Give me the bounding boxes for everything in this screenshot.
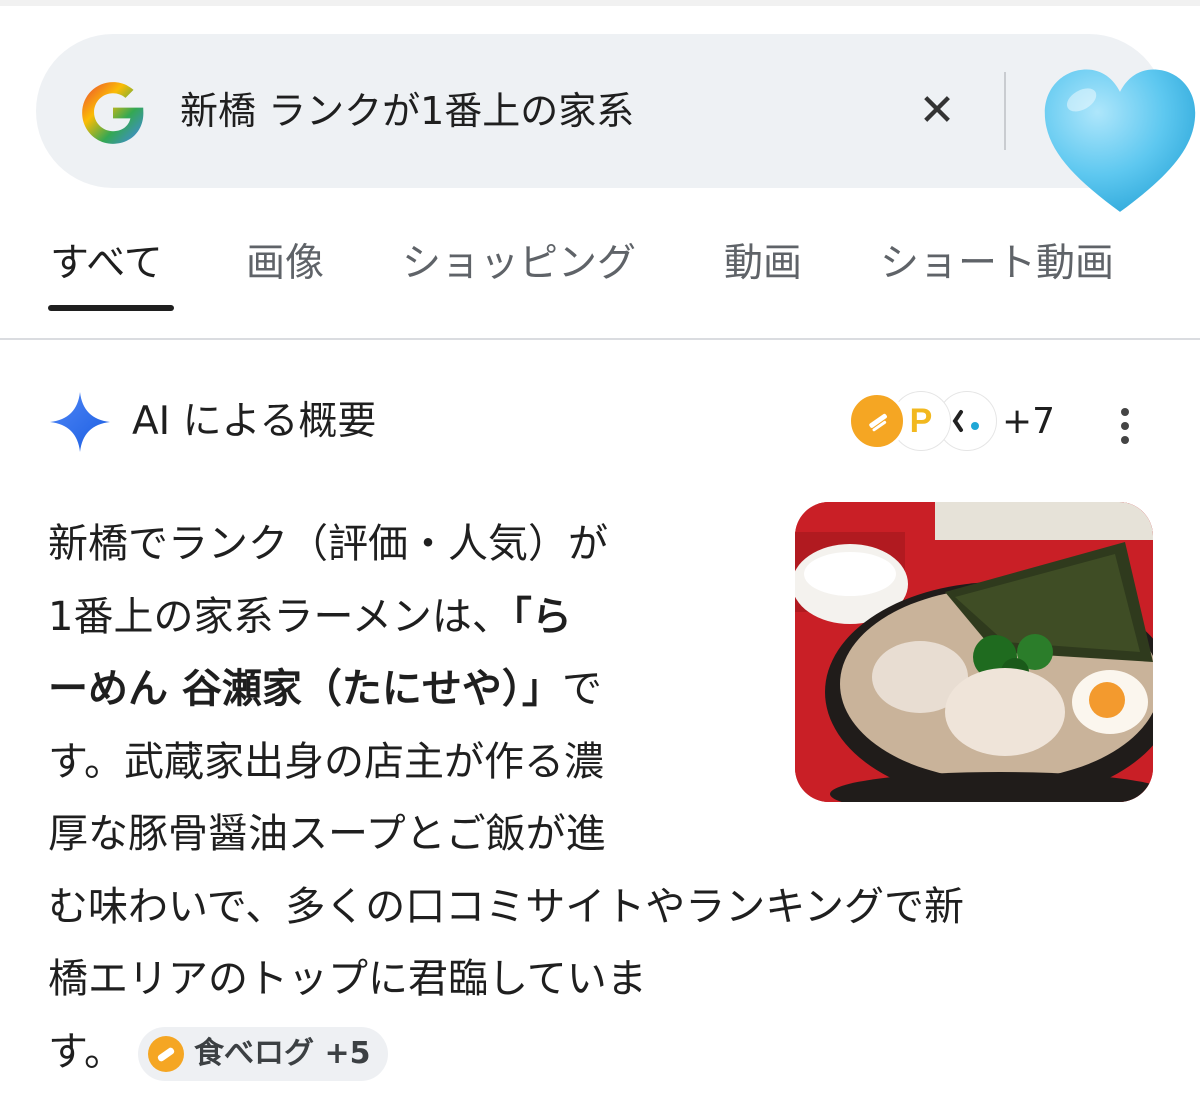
tab-all[interactable]: すべて xyxy=(50,234,163,294)
google-logo-icon xyxy=(82,82,144,144)
ai-overview-title: AI による概要 xyxy=(132,399,377,444)
paragraph-line: す。 食べログ +5 xyxy=(48,1016,1158,1089)
ai-sparkle-icon xyxy=(50,392,110,452)
paragraph-line: 厚な豚骨醤油スープとご飯が進 xyxy=(48,811,606,857)
close-icon[interactable]: ✕ xyxy=(912,86,962,136)
more-vert-icon[interactable] xyxy=(1110,404,1140,448)
search-query-text[interactable]: 新橋 ランクが1番上の家系 xyxy=(180,86,634,136)
paragraph-text: で xyxy=(561,666,602,712)
search-bar[interactable]: 新橋 ランクが1番上の家系 ✕ xyxy=(36,34,1196,212)
light-blue-heart-icon[interactable] xyxy=(1040,64,1200,219)
restaurant-name: ーめん 谷瀬家（たにせや）」 xyxy=(48,666,562,712)
sources-more-count[interactable]: +7 xyxy=(1002,400,1055,444)
tabs-divider xyxy=(0,338,1200,340)
paragraph-line: す。武蔵家出身の店主が作る濃 xyxy=(48,738,604,785)
tab-shopping[interactable]: ショッピング xyxy=(402,234,636,294)
bracket-dot-icon xyxy=(952,410,979,432)
paragraph-text: 1番上の家系ラーメンは、 xyxy=(48,593,512,640)
active-tab-indicator xyxy=(48,305,174,311)
paragraph-line: ーめん 谷瀬家（たにせや）」で xyxy=(48,653,1158,726)
tab-images[interactable]: 画像 xyxy=(246,234,324,294)
ai-overview-text: 新橋でランク（評価・人気）が 1番上の家系ラーメンは、「ら ーめん 谷瀬家（たに… xyxy=(48,508,1158,1088)
tab-videos[interactable]: 動画 xyxy=(724,234,802,294)
paragraph-line: 新橋でランク（評価・人気）が xyxy=(48,521,608,567)
search-divider xyxy=(1004,72,1006,150)
citation-chip[interactable]: 食べログ +5 xyxy=(138,1026,389,1081)
top-strip xyxy=(0,0,1200,6)
tabelog-chopsticks-icon xyxy=(148,1035,184,1072)
citation-label: 食べログ +5 xyxy=(194,1035,371,1071)
search-tabs: すべて 画像 ショッピング 動画 ショート動画 xyxy=(0,234,1200,310)
paragraph-text: す。 xyxy=(48,1028,124,1075)
tabelog-source-icon[interactable] xyxy=(848,392,906,450)
paragraph-line: 橋エリアのトップに君臨していま xyxy=(48,956,647,1002)
paragraph-line: む味わいで、多くの口コミサイトやランキングで新 xyxy=(48,883,964,930)
restaurant-name-start: 「ら xyxy=(511,593,572,640)
paragraph-line: 1番上の家系ラーメンは、「ら xyxy=(48,581,1158,654)
chopsticks-icon xyxy=(869,413,887,432)
tab-short-videos[interactable]: ショート動画 xyxy=(880,234,1114,294)
source-icons[interactable]: P xyxy=(848,392,998,456)
